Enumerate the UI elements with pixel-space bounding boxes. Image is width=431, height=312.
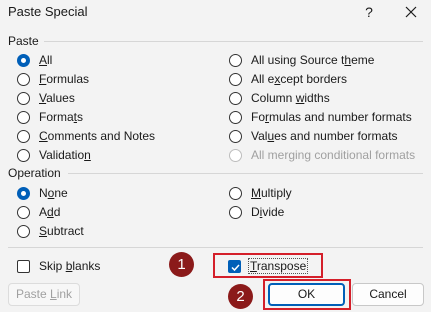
operation-option-subtract-label: Subtract [39, 224, 84, 238]
operation-option-add-radio[interactable] [17, 205, 30, 219]
dialog-title: Paste Special [8, 4, 88, 19]
paste-option-all-except-borders[interactable]: All except borders [229, 71, 347, 87]
operation-divider [68, 173, 423, 174]
paste-option-all-using-source-theme[interactable]: All using Source theme [229, 52, 374, 68]
step-1-badge: 1 [169, 252, 194, 277]
paste-option-comments-radio[interactable] [17, 129, 30, 143]
paste-option-formulas-number-label: Formulas and number formats [251, 110, 412, 124]
operation-option-multiply-radio[interactable] [229, 186, 242, 200]
skip-blanks-box[interactable] [17, 259, 30, 273]
paste-option-values-and-number-formats[interactable]: Values and number formats [229, 128, 398, 144]
operation-option-subtract[interactable]: Subtract [17, 223, 84, 239]
paste-option-formulas-radio[interactable] [17, 72, 30, 86]
paste-divider [44, 41, 423, 42]
operation-section-label: Operation [8, 166, 61, 180]
close-icon[interactable] [401, 2, 421, 22]
paste-option-values[interactable]: Values [17, 90, 75, 106]
paste-option-all-merging-conditional-formats: All merging conditional formats [229, 147, 415, 163]
paste-link-button[interactable]: Paste Link [8, 283, 80, 306]
operation-option-add-label: Add [39, 205, 61, 219]
paste-option-formats-label: Formats [39, 110, 84, 124]
paste-option-validation[interactable]: Validation [17, 147, 91, 163]
paste-option-formulas-and-number-formats[interactable]: Formulas and number formats [229, 109, 412, 125]
paste-option-values-number-radio[interactable] [229, 129, 242, 143]
paste-option-formulas-number-radio[interactable] [229, 110, 242, 124]
paste-option-validation-radio[interactable] [17, 148, 30, 162]
paste-option-source-theme-label: All using Source theme [251, 53, 375, 67]
paste-option-formulas[interactable]: Formulas [17, 71, 89, 87]
paste-option-except-borders-radio[interactable] [229, 72, 242, 86]
help-icon[interactable]: ? [360, 2, 378, 22]
operation-option-none-radio[interactable] [17, 186, 30, 200]
operation-option-none[interactable]: None [17, 185, 68, 201]
paste-option-all[interactable]: All [17, 52, 52, 68]
skip-blanks-label: Skip blanks [39, 259, 101, 273]
operation-option-none-label: None [39, 186, 68, 200]
paste-option-formulas-label: Formulas [39, 72, 90, 86]
operation-option-divide-label: Divide [251, 205, 285, 219]
paste-option-comments-label: Comments and Notes [39, 129, 156, 143]
paste-option-comments-and-notes[interactable]: Comments and Notes [17, 128, 155, 144]
transpose-highlight [213, 253, 323, 278]
ok-highlight [263, 279, 351, 310]
paste-option-column-widths-label: Column widths [251, 91, 330, 105]
paste-option-all-radio[interactable] [17, 53, 30, 67]
paste-option-column-widths-radio[interactable] [229, 91, 242, 105]
operation-option-divide[interactable]: Divide [229, 204, 284, 220]
paste-option-values-radio[interactable] [17, 91, 30, 105]
paste-option-all-label: All [39, 53, 53, 67]
operation-option-subtract-radio[interactable] [17, 224, 30, 238]
paste-option-merging-radio [229, 148, 242, 162]
paste-option-formats-radio[interactable] [17, 110, 30, 124]
paste-option-values-number-label: Values and number formats [251, 129, 398, 143]
operation-option-divide-radio[interactable] [229, 205, 242, 219]
paste-option-validation-label: Validation [39, 148, 91, 162]
paste-option-formats[interactable]: Formats [17, 109, 83, 125]
paste-option-merging-label: All merging conditional formats [251, 148, 416, 162]
operation-option-multiply-label: Multiply [251, 186, 292, 200]
operation-option-multiply[interactable]: Multiply [229, 185, 292, 201]
cancel-button[interactable]: Cancel [352, 283, 424, 306]
title-bar: Paste Special ? [0, 0, 431, 28]
operation-option-add[interactable]: Add [17, 204, 60, 220]
skip-blanks-checkbox[interactable]: Skip blanks [17, 258, 100, 274]
paste-option-source-theme-radio[interactable] [229, 53, 242, 67]
paste-option-values-label: Values [39, 91, 75, 105]
paste-option-column-widths[interactable]: Column widths [229, 90, 330, 106]
paste-option-except-borders-label: All except borders [251, 72, 348, 86]
paste-section-label: Paste [8, 34, 39, 48]
bottom-divider [8, 247, 423, 248]
step-2-badge: 2 [228, 284, 253, 309]
